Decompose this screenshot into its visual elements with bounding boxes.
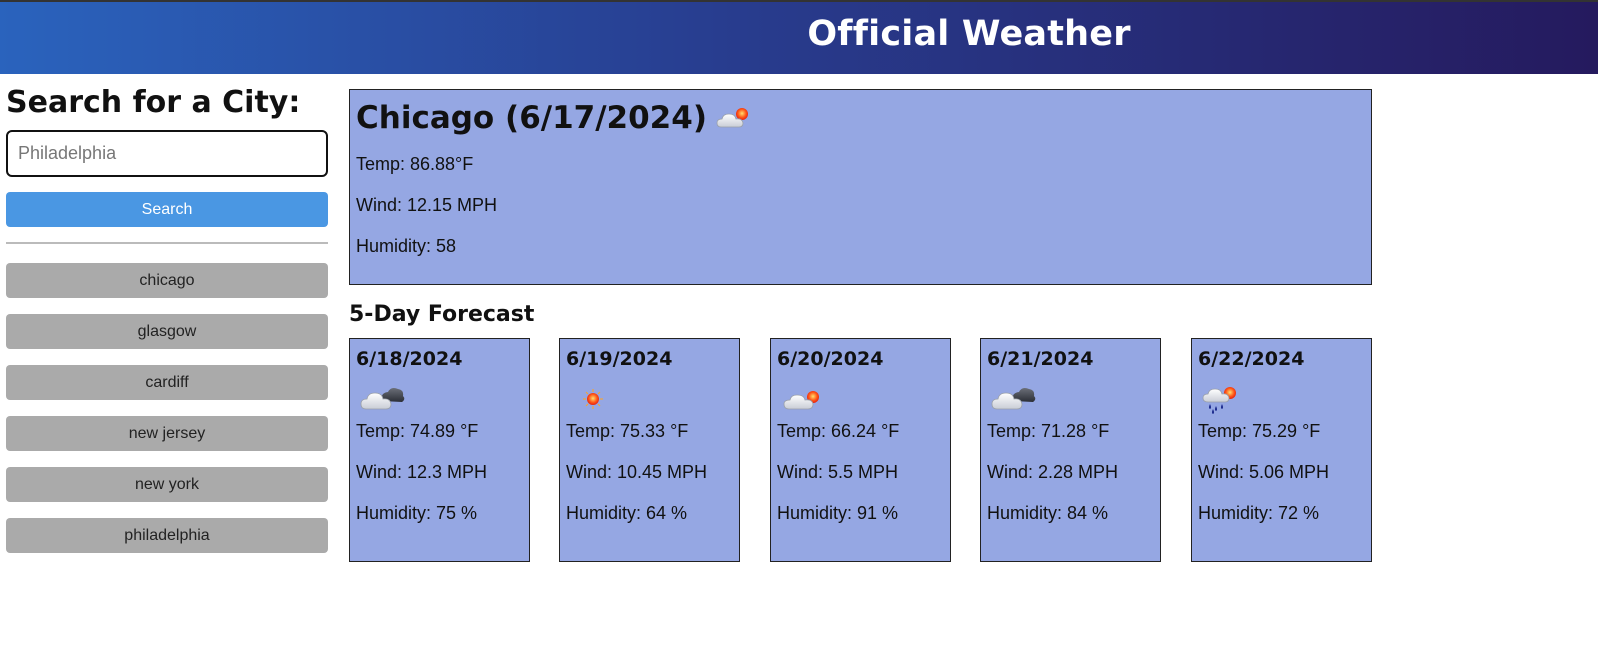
forecast-humidity: Humidity: 84 % xyxy=(987,503,1109,523)
current-humidity: Humidity: 58 xyxy=(356,236,457,256)
forecast-heading: 5-Day Forecast xyxy=(349,302,535,327)
forecast-wind: Wind: 2.28 MPH xyxy=(987,462,1119,482)
forecast-card-day-5: 6/22/2024 Temp: 75.29 °F Wind: 5.06 MPH … xyxy=(1191,338,1372,562)
rain-icon xyxy=(1202,387,1236,414)
forecast-date: 6/19/2024 xyxy=(566,348,673,370)
forecast-card-day-3: 6/20/2024 Temp: 66.24 °F Wind: 5.5 MPH H… xyxy=(770,338,951,562)
forecast-temp: Temp: 66.24 °F xyxy=(777,421,900,441)
forecast-wind: Wind: 5.5 MPH xyxy=(777,462,899,482)
history-button-new-jersey[interactable]: new jersey xyxy=(6,416,328,451)
sun-icon xyxy=(583,389,603,409)
city-search-input[interactable] xyxy=(6,130,328,177)
forecast-card-day-4: 6/21/2024 Temp: 71.28 °F Wind: 2.28 MPH … xyxy=(980,338,1161,562)
current-city-date: Chicago (6/17/2024) xyxy=(356,100,707,136)
search-sidebar: Search for a City: Search chicago glasgo… xyxy=(6,84,328,569)
search-history-list: chicago glasgow cardiff new jersey new y… xyxy=(6,263,328,553)
forecast-card-day-1: 6/18/2024 Temp: 74.89 °F Wind: 12.3 MPH … xyxy=(349,338,530,562)
forecast-temp: Temp: 74.89 °F xyxy=(356,421,479,441)
cloudy-icon xyxy=(991,388,1036,410)
forecast-date: 6/21/2024 xyxy=(987,348,1094,370)
history-button-new-york[interactable]: new york xyxy=(6,467,328,502)
forecast-humidity: Humidity: 64 % xyxy=(566,503,688,523)
forecast-humidity: Humidity: 72 % xyxy=(1198,503,1320,523)
forecast-card-day-2: 6/19/2024 Temp: 75.33 °F Wind: 10.45 MPH… xyxy=(559,338,740,562)
search-heading: Search for a City: xyxy=(6,85,301,120)
current-wind: Wind: 12.15 MPH xyxy=(356,195,498,215)
forecast-temp: Temp: 75.33 °F xyxy=(566,421,689,441)
sidebar-divider xyxy=(6,242,328,244)
app-title: Official Weather xyxy=(807,14,1131,54)
forecast-temp: Temp: 71.28 °F xyxy=(987,421,1110,441)
cloudy-icon xyxy=(360,388,405,410)
forecast-wind: Wind: 10.45 MPH xyxy=(566,462,708,482)
search-button[interactable]: Search xyxy=(6,192,328,227)
sun-behind-cloud-icon xyxy=(783,391,819,410)
forecast-wind: Wind: 5.06 MPH xyxy=(1198,462,1330,482)
history-button-philadelphia[interactable]: philadelphia xyxy=(6,518,328,553)
history-button-glasgow[interactable]: glasgow xyxy=(6,314,328,349)
forecast-wind: Wind: 12.3 MPH xyxy=(356,462,488,482)
history-button-cardiff[interactable]: cardiff xyxy=(6,365,328,400)
forecast-temp: Temp: 75.29 °F xyxy=(1198,421,1321,441)
current-weather-title: Chicago (6/17/2024) xyxy=(356,98,1365,138)
app-header: Official Weather xyxy=(0,0,1598,74)
history-button-chicago[interactable]: chicago xyxy=(6,263,328,298)
forecast-date: 6/18/2024 xyxy=(356,348,463,370)
forecast-humidity: Humidity: 75 % xyxy=(356,503,478,523)
forecast-date: 6/22/2024 xyxy=(1198,348,1305,370)
sun-behind-cloud-icon xyxy=(716,108,748,128)
forecast-date: 6/20/2024 xyxy=(777,348,884,370)
current-weather-panel: Chicago (6/17/2024) Temp: 86.88°F Wind: … xyxy=(349,89,1372,285)
current-temp: Temp: 86.88°F xyxy=(356,154,474,174)
forecast-humidity: Humidity: 91 % xyxy=(777,503,899,523)
